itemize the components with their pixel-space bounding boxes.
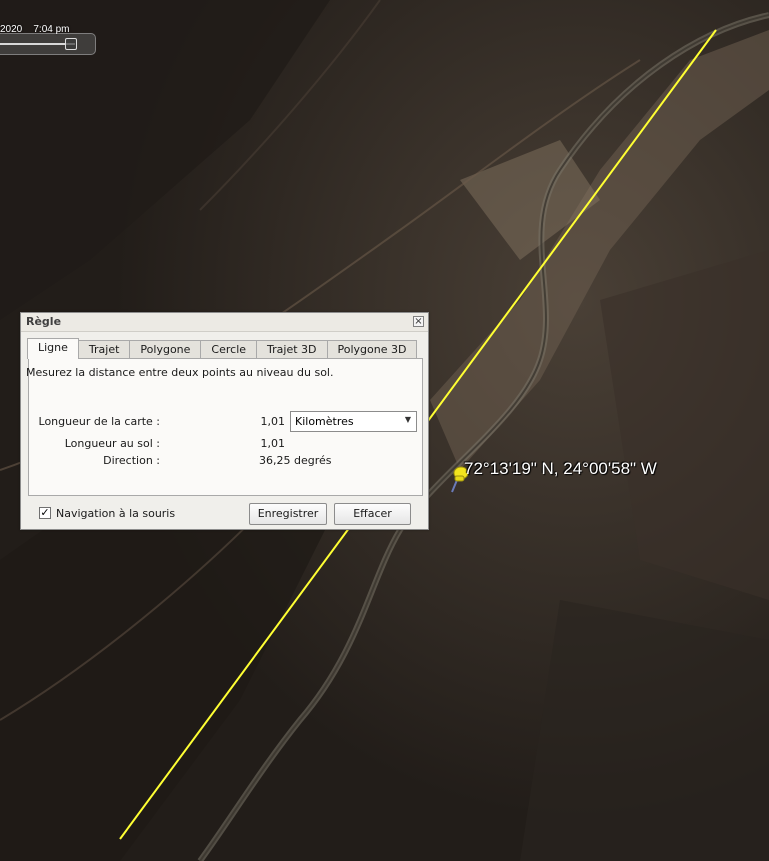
- save-button[interactable]: Enregistrer: [249, 503, 327, 525]
- timeline-track: [0, 43, 75, 45]
- tab-trajet[interactable]: Trajet: [77, 340, 131, 359]
- close-icon[interactable]: ×: [413, 316, 424, 327]
- timeline-thumb[interactable]: [65, 38, 77, 50]
- chevron-down-icon: ▼: [404, 415, 411, 424]
- dialog-title: Règle: [26, 315, 62, 328]
- unit-selected-value: Kilomètres: [295, 415, 354, 428]
- tab-panel: Mesurez la distance entre deux points au…: [26, 358, 423, 496]
- timeline-time-label: 2020 7:04 pm: [0, 24, 70, 35]
- tab-bar: Ligne Trajet Polygone Cercle Trajet 3D P…: [27, 338, 418, 359]
- map-length-label: Longueur de la carte :: [38, 415, 160, 428]
- description-text: Mesurez la distance entre deux points au…: [26, 366, 334, 379]
- tab-polygone[interactable]: Polygone: [129, 340, 202, 359]
- dialog-title-bar[interactable]: Règle ×: [21, 313, 428, 332]
- unit-dropdown[interactable]: Kilomètres ▼: [290, 411, 417, 432]
- mouse-navigation-label: Navigation à la souris: [56, 507, 176, 520]
- heading-value: 36,25 degrés: [259, 454, 332, 467]
- tab-cercle[interactable]: Cercle: [200, 340, 258, 359]
- ground-length-label: Longueur au sol :: [64, 437, 160, 450]
- mouse-navigation-checkbox[interactable]: ✓: [39, 507, 51, 519]
- tab-polygone-3d[interactable]: Polygone 3D: [326, 340, 418, 359]
- heading-label: Direction :: [103, 454, 160, 467]
- map-length-value: 1,01: [260, 415, 286, 428]
- clear-button[interactable]: Effacer: [334, 503, 411, 525]
- tab-trajet-3d[interactable]: Trajet 3D: [256, 340, 328, 359]
- ruler-dialog: Règle × Ligne Trajet Polygone Cercle Tra…: [20, 312, 429, 530]
- tab-ligne[interactable]: Ligne: [27, 338, 79, 359]
- ground-length-value: 1,01: [260, 437, 286, 450]
- timeline-slider[interactable]: [0, 33, 96, 55]
- placemark-coordinates: 72°13'19" N, 24°00'58" W: [464, 459, 657, 478]
